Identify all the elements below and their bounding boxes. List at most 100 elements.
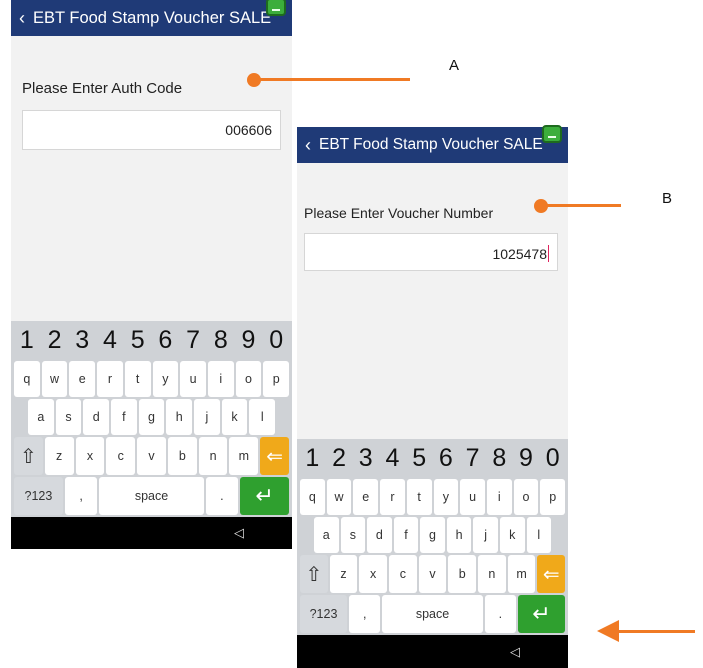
key-4[interactable]: 4 — [97, 321, 123, 359]
key-8[interactable]: 8 — [486, 439, 512, 477]
key-y[interactable]: y — [152, 361, 179, 397]
key-n[interactable]: n — [478, 555, 506, 593]
key-u[interactable]: u — [460, 479, 485, 515]
key-p[interactable]: p — [540, 479, 566, 515]
nav-back-icon[interactable]: ◁ — [510, 644, 520, 660]
key-5[interactable]: 5 — [406, 439, 432, 477]
period-key[interactable]: . — [484, 595, 516, 633]
key-h[interactable]: h — [166, 399, 193, 435]
space-key[interactable]: space — [99, 477, 204, 515]
key-0[interactable]: 0 — [540, 439, 566, 477]
keyboard: 1 2 3 4 5 6 7 8 9 0 q w e r t y u i o p … — [297, 439, 568, 635]
period-key[interactable]: . — [205, 477, 239, 515]
enter-key[interactable]: ↵ — [518, 595, 566, 633]
key-5[interactable]: 5 — [124, 321, 151, 359]
key-t[interactable]: t — [124, 361, 151, 397]
symbols-key[interactable]: ?123 — [14, 477, 63, 515]
key-r[interactable]: r — [380, 479, 405, 515]
key-0[interactable]: 0 — [263, 321, 290, 359]
key-c[interactable]: c — [106, 437, 136, 475]
key-8[interactable]: 8 — [207, 321, 234, 359]
key-d[interactable]: d — [367, 517, 392, 553]
key-g[interactable]: g — [138, 399, 165, 435]
key-3[interactable]: 3 — [69, 321, 96, 359]
key-2[interactable]: 2 — [41, 321, 68, 359]
comma-key[interactable]: , — [349, 595, 381, 633]
screen-title: EBT Food Stamp Voucher SALE — [33, 8, 272, 27]
key-k[interactable]: k — [499, 517, 525, 553]
back-chevron-icon[interactable]: ‹ — [11, 0, 33, 36]
key-g[interactable]: g — [420, 517, 445, 553]
key-f[interactable]: f — [111, 399, 137, 435]
key-l[interactable]: l — [526, 517, 552, 553]
key-7[interactable]: 7 — [180, 321, 206, 359]
key-3[interactable]: 3 — [353, 439, 379, 477]
key-i[interactable]: i — [207, 361, 234, 397]
backspace-key[interactable]: ⇐ — [260, 437, 290, 475]
callout-a-line — [254, 78, 410, 81]
shift-key[interactable]: ⇧ — [14, 437, 43, 475]
key-b[interactable]: b — [167, 437, 197, 475]
key-1[interactable]: 1 — [14, 321, 40, 359]
key-s[interactable]: s — [55, 399, 82, 435]
key-n[interactable]: n — [198, 437, 228, 475]
key-w[interactable]: w — [41, 361, 68, 397]
nav-back-icon[interactable]: ◁ — [234, 525, 244, 541]
key-q[interactable]: q — [300, 479, 325, 515]
key-r[interactable]: r — [97, 361, 123, 397]
key-o[interactable]: o — [513, 479, 539, 515]
key-m[interactable]: m — [229, 437, 259, 475]
key-x[interactable]: x — [359, 555, 388, 593]
callout-a-label: A — [449, 57, 460, 74]
enter-key[interactable]: ↵ — [240, 477, 289, 515]
callout-b-line — [541, 204, 621, 207]
key-u[interactable]: u — [180, 361, 206, 397]
key-9[interactable]: 9 — [235, 321, 262, 359]
key-j[interactable]: j — [194, 399, 220, 435]
key-4[interactable]: 4 — [380, 439, 405, 477]
key-7[interactable]: 7 — [460, 439, 485, 477]
key-q[interactable]: q — [14, 361, 40, 397]
key-t[interactable]: t — [406, 479, 432, 515]
key-j[interactable]: j — [473, 517, 498, 553]
key-p[interactable]: p — [263, 361, 290, 397]
space-key[interactable]: space — [382, 595, 483, 633]
key-v[interactable]: v — [137, 437, 166, 475]
voucher-number-input[interactable]: 1025478 — [304, 233, 558, 271]
key-d[interactable]: d — [83, 399, 110, 435]
key-l[interactable]: l — [249, 399, 276, 435]
key-m[interactable]: m — [507, 555, 536, 593]
auth-code-input[interactable]: 006606 — [22, 110, 281, 150]
key-a[interactable]: a — [314, 517, 339, 553]
key-b[interactable]: b — [448, 555, 477, 593]
key-z[interactable]: z — [44, 437, 74, 475]
key-y[interactable]: y — [433, 479, 459, 515]
key-c[interactable]: c — [389, 555, 417, 593]
key-a[interactable]: a — [28, 399, 54, 435]
shift-key[interactable]: ⇧ — [300, 555, 328, 593]
comma-key[interactable]: , — [64, 477, 98, 515]
key-f[interactable]: f — [393, 517, 419, 553]
backspace-key[interactable]: ⇐ — [537, 555, 566, 593]
keyboard: 1 2 3 4 5 6 7 8 9 0 q w e r t y u i o p … — [11, 321, 292, 517]
back-chevron-icon[interactable]: ‹ — [297, 127, 319, 163]
key-i[interactable]: i — [486, 479, 512, 515]
auth-code-prompt: Please Enter Auth Code — [22, 80, 183, 97]
key-e[interactable]: e — [69, 361, 96, 397]
key-x[interactable]: x — [75, 437, 105, 475]
key-6[interactable]: 6 — [433, 439, 459, 477]
key-z[interactable]: z — [329, 555, 358, 593]
key-1[interactable]: 1 — [300, 439, 325, 477]
symbols-key[interactable]: ?123 — [300, 595, 348, 633]
key-2[interactable]: 2 — [326, 439, 352, 477]
key-v[interactable]: v — [418, 555, 447, 593]
app-header: ‹ EBT Food Stamp Voucher SALE — [297, 125, 568, 163]
key-w[interactable]: w — [326, 479, 352, 515]
key-h[interactable]: h — [446, 517, 472, 553]
key-s[interactable]: s — [340, 517, 366, 553]
key-k[interactable]: k — [221, 399, 248, 435]
key-o[interactable]: o — [235, 361, 262, 397]
key-e[interactable]: e — [353, 479, 379, 515]
key-9[interactable]: 9 — [513, 439, 539, 477]
key-6[interactable]: 6 — [152, 321, 179, 359]
